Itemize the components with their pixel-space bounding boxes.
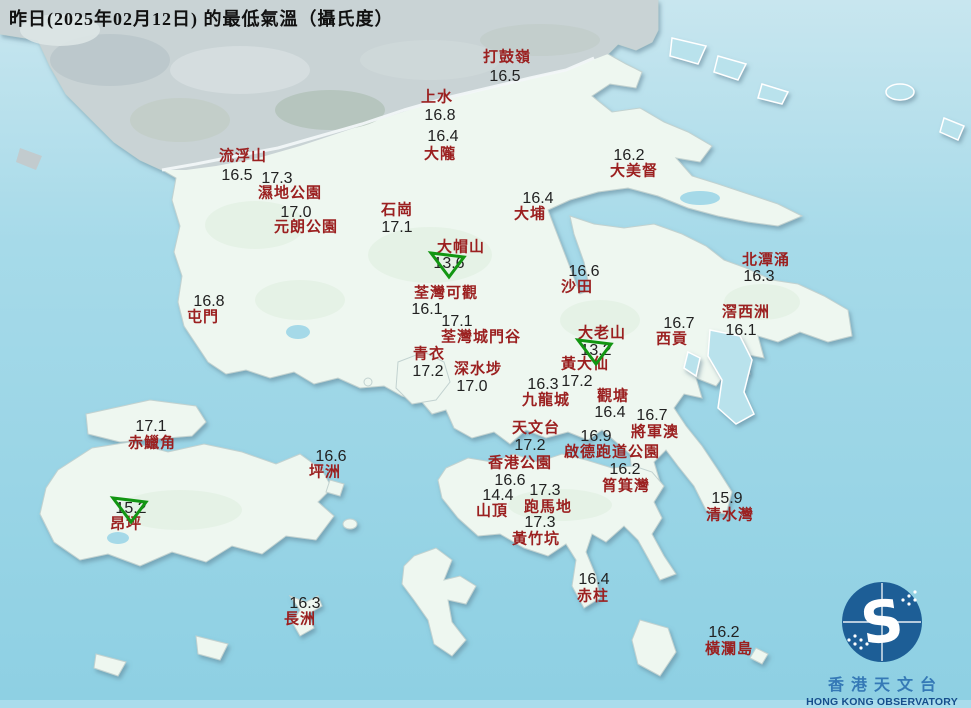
- station-value: 16.8: [193, 293, 225, 310]
- station-value: 17.0: [280, 204, 312, 221]
- station-value: 17.3: [529, 482, 561, 499]
- station-name: 大埔: [513, 206, 547, 223]
- station-name: 大老山: [577, 325, 627, 342]
- station-name: 大美督: [609, 163, 659, 180]
- map-title: 昨日(2025年02月12日) 的最低氣溫（攝氏度）: [9, 9, 394, 29]
- station-name: 打鼓嶺: [482, 49, 532, 66]
- station-name: 香港公園: [487, 455, 553, 472]
- hei-ling-chau-island: [342, 518, 358, 530]
- hko-logo-english-name: HONG KONG OBSERVATORY: [806, 696, 958, 708]
- station-value: 17.3: [261, 170, 293, 187]
- station-value: 17.0: [456, 378, 488, 395]
- station-value: 14.4: [482, 487, 514, 504]
- station-name: 青衣: [412, 346, 446, 363]
- station-value: 17.1: [135, 418, 167, 435]
- station-value: 15.2: [115, 500, 147, 517]
- station-value: 16.2: [609, 461, 641, 478]
- hko-logo-chinese-name: 香港天文台: [827, 677, 943, 694]
- station-name: 大帽山: [436, 239, 486, 256]
- min-temperature-map: 昨日(2025年02月12日) 的最低氣溫（攝氏度） 打鼓嶺 16.5 上水 16.8…: [0, 0, 971, 708]
- station-value: 16.4: [522, 190, 554, 207]
- station-name: 上水: [420, 89, 454, 106]
- station-name: 橫瀾島: [704, 641, 754, 658]
- station-value: 16.2: [613, 147, 645, 164]
- station-name: 濕地公園: [257, 185, 323, 202]
- station-name: 黃竹坑: [511, 531, 561, 548]
- station-value: 16.7: [663, 315, 695, 332]
- station-value: 16.8: [424, 107, 456, 124]
- station-name: 沙田: [560, 279, 594, 296]
- station-name: 筲箕灣: [601, 478, 651, 495]
- station-name: 觀塘: [596, 388, 630, 405]
- station-value: 16.1: [411, 301, 443, 318]
- ma-wan-island: [363, 377, 373, 387]
- station-value: 17.2: [412, 363, 444, 380]
- mirs-bay-island: [885, 83, 915, 101]
- station-value: 16.6: [315, 448, 347, 465]
- station-name: 九龍城: [521, 392, 571, 409]
- station-value: 16.2: [708, 624, 740, 641]
- station-name: 赤柱: [576, 588, 610, 605]
- station-name: 山頂: [475, 503, 509, 520]
- station-value: 17.2: [561, 373, 593, 390]
- hko-logo: S 香港天文台 HONG KONG OBSERVATORY: [797, 580, 967, 708]
- station-name: 元朗公園: [273, 219, 339, 236]
- station-value: 16.3: [289, 595, 321, 612]
- station-value: 17.3: [524, 514, 556, 531]
- station-value: 16.3: [743, 268, 775, 285]
- station-name: 流浮山: [218, 148, 268, 165]
- station-value: 16.6: [568, 263, 600, 280]
- hko-logo-icon: S: [842, 582, 922, 662]
- station-name: 啟德跑道公園: [563, 444, 661, 461]
- station-name: 石崗: [380, 202, 414, 219]
- station-name: 黃大仙: [560, 356, 610, 373]
- station-value: 16.1: [725, 322, 757, 339]
- station-name: 屯門: [186, 309, 220, 326]
- station-value: 16.7: [636, 407, 668, 424]
- station-name: 深水埗: [453, 361, 503, 378]
- station-name: 大隴: [423, 146, 457, 163]
- station-name: 北潭涌: [741, 252, 791, 269]
- station-name: 滘西洲: [721, 304, 771, 321]
- station-value: 16.3: [527, 376, 559, 393]
- station-value: 16.5: [221, 167, 253, 184]
- station-value: 15.9: [711, 490, 743, 507]
- station-value: 17.1: [441, 313, 473, 330]
- station-value: 16.4: [427, 128, 459, 145]
- station-name: 荃灣城門谷: [440, 329, 522, 346]
- station-value: 16.4: [594, 404, 626, 421]
- station-value: 16.4: [578, 571, 610, 588]
- station-name: 西貢: [655, 331, 689, 348]
- station-name: 長洲: [283, 611, 317, 628]
- station-name: 赤鱲角: [127, 435, 177, 452]
- station-name: 坪洲: [308, 464, 342, 481]
- station-value: 13.6: [433, 255, 465, 272]
- station-value: 16.9: [580, 428, 612, 445]
- station-value: 17.2: [514, 437, 546, 454]
- station-value: 16.5: [489, 68, 521, 85]
- station-name: 將軍澳: [630, 424, 680, 441]
- station-value: 17.1: [381, 219, 413, 236]
- station-name: 昂坪: [109, 516, 143, 533]
- station-name: 清水灣: [705, 507, 755, 524]
- station-name: 荃灣可觀: [413, 285, 479, 302]
- station-name: 天文台: [511, 420, 561, 437]
